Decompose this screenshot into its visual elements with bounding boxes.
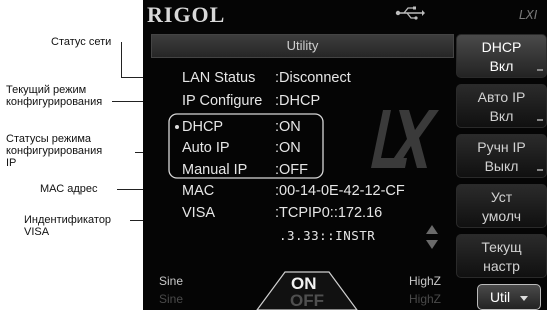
softkey-current-line1: Текущ	[481, 239, 522, 255]
waveform-label: Sine	[159, 274, 184, 288]
title-bar: Utility	[151, 34, 454, 58]
chevron-down-icon	[520, 295, 529, 301]
annotation-visa-line1: Индентификатор	[24, 214, 112, 226]
softkey-indicator	[537, 169, 543, 171]
softkey-auto-ip-value: Вкл	[489, 108, 514, 124]
softkey-current-line2: настр	[483, 258, 520, 274]
annotation-mac: МАС адрес	[40, 183, 98, 195]
softkey-current-settings[interactable]: Текущ настр	[456, 234, 547, 278]
ip-configure-value: :DHCP	[275, 93, 321, 109]
annotation-mode-status-line1: Статусы режима	[6, 133, 92, 145]
softkey-default-line2: умолч	[481, 208, 522, 224]
mode-status-frame	[168, 113, 324, 179]
softkey-default-line1: Уст	[490, 189, 513, 205]
annotation-current-mode-line1: Текущий режим	[6, 84, 87, 96]
softkey-default[interactable]: Уст умолч	[456, 184, 547, 228]
annotation-mode-status-line2: конфигурирования	[6, 145, 103, 157]
device-screen: RIGOL LXI Utility LAN Status :Disconnect…	[143, 0, 547, 310]
visa-value-line2: .3.33::INSTR	[279, 228, 376, 243]
softkey-auto-ip-label: Авто IP	[477, 89, 526, 105]
annotation-mode-status-line3: IP	[6, 157, 17, 169]
softkey-dhcp-label: DHCP	[481, 39, 522, 55]
load-label-dim: HighZ	[409, 292, 442, 306]
lan-status-label: LAN Status	[182, 70, 256, 86]
lan-status-value: :Disconnect	[275, 70, 351, 86]
annotation-current-mode-line2: конфигурирования	[6, 96, 103, 108]
softkey-auto-ip[interactable]: Авто IP Вкл	[456, 84, 547, 128]
softkey-util-label: Util	[489, 289, 511, 305]
annotation-network-status: Статус сети	[51, 36, 112, 48]
softkey-indicator	[537, 119, 543, 121]
ip-configure-label: IP Configure	[182, 93, 263, 109]
page-title: Utility	[286, 38, 319, 53]
load-label: HighZ	[409, 274, 442, 288]
softkey-manual-ip-value: Выкл	[484, 158, 519, 174]
annotation-visa: Индентификатор VISA	[24, 214, 111, 238]
mac-label: MAC	[182, 183, 215, 199]
annotation-current-mode: Текущий режим конфигурирования	[6, 84, 102, 108]
channel-status-bar: Sine Sine ON OFF HighZ HighZ	[143, 266, 455, 310]
usb-icon	[395, 6, 425, 20]
annotation-mode-status: Статусы режима конфигурирования IP	[6, 133, 102, 169]
softkey-dhcp[interactable]: DHCP Вкл	[456, 34, 547, 78]
softkey-manual-ip[interactable]: Ручн IP Выкл	[456, 134, 547, 178]
annotation-visa-line2: VISA	[24, 226, 50, 238]
output-off-label[interactable]: OFF	[290, 291, 324, 310]
annotation-line	[121, 42, 122, 77]
softkey-dhcp-value: Вкл	[489, 58, 514, 74]
waveform-label-dim: Sine	[159, 292, 184, 306]
lxi-small-logo: LXI	[519, 8, 538, 22]
softkey-manual-ip-label: Ручн IP	[477, 139, 526, 155]
visa-label: VISA	[182, 205, 216, 221]
brand-logo: RIGOL	[147, 2, 226, 27]
softkey-indicator	[537, 69, 543, 71]
lxi-logo-icon	[371, 110, 439, 168]
visa-value-line1: :TCPIP0::172.16	[275, 205, 383, 221]
scroll-arrows-icon[interactable]	[425, 223, 439, 251]
mac-value: :00-14-0E-42-12-CF	[275, 183, 405, 199]
softkey-util[interactable]: Util	[477, 284, 541, 310]
